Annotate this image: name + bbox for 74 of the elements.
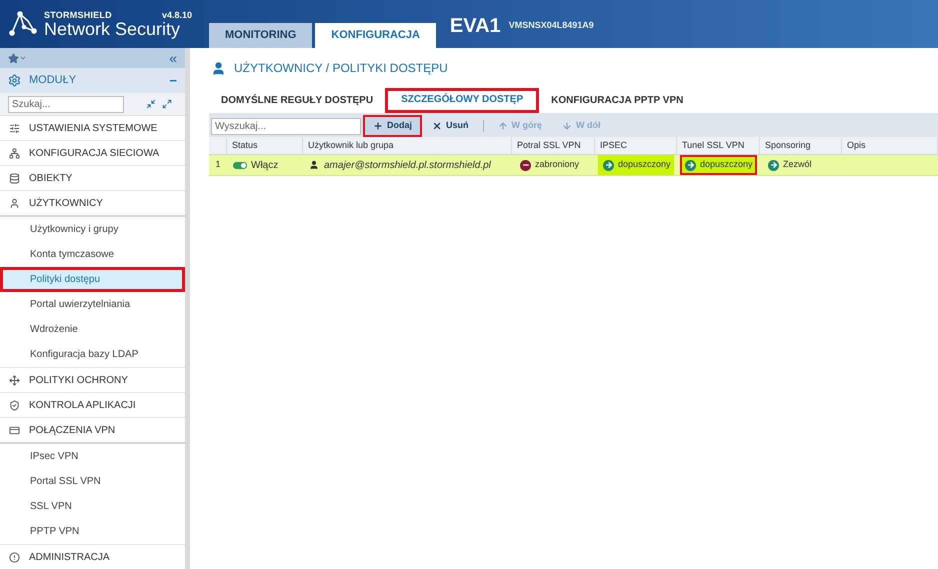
menu-item[interactable]: USTAWIENIA SYSTEMOWE (0, 115, 185, 140)
arrow-right-icon (768, 160, 779, 170)
device-name: EVA1 (450, 14, 501, 39)
submenu-item[interactable]: Portal SSL VPN (0, 469, 185, 494)
menu-item[interactable]: ADMINISTRACJA (0, 544, 185, 569)
product-name: Network Security (44, 20, 182, 38)
menu-item[interactable]: KONTROLA APLIKACJI (0, 392, 185, 417)
submenu-item[interactable]: SSL VPN (0, 494, 185, 519)
card-icon (9, 424, 20, 436)
menu-item[interactable]: POLITYKI OCHRONY (0, 367, 185, 392)
access-cell: zabroniony (515, 155, 592, 175)
collapse-all-icon (146, 99, 156, 109)
submenu-item[interactable]: Wdrożenie (0, 317, 185, 342)
column-header[interactable]: Sponsoring (760, 137, 842, 154)
column-header[interactable]: IPSEC (595, 137, 677, 154)
submenu-item[interactable]: IPsec VPN (0, 444, 185, 469)
menu-item[interactable]: OBIEKTY (0, 165, 185, 190)
menu-item[interactable]: UŻYTKOWNICY (0, 190, 185, 215)
page-tab[interactable]: SZCZEGÓŁOWY DOSTĘP (385, 88, 540, 113)
plus-icon (373, 121, 383, 131)
menu-item[interactable]: KONFIGURACJA SIECIOWA (0, 140, 185, 165)
minus-button[interactable]: − (169, 70, 177, 90)
user-icon (211, 60, 226, 76)
row-number: 1 (214, 158, 222, 172)
arrow-down-icon (562, 121, 572, 131)
brand-name: STORMSHIELD (44, 10, 112, 20)
column-header[interactable]: Opis (842, 137, 938, 154)
arrow-up-icon (498, 121, 508, 131)
arrow-right-icon (685, 160, 696, 170)
settings-icon (8, 74, 21, 87)
toolbar-button[interactable]: Usuń (424, 117, 477, 135)
column-header[interactable]: Status (227, 137, 303, 154)
table-row[interactable]: 1 Włącz amajer@stormshield.pl.stormshield.pl zabroniony dopuszczony dopuszczony Zezwól (209, 155, 938, 176)
submenu-item[interactable]: Konta tymczasowe (0, 242, 185, 267)
column-header[interactable]: Potral SSL VPN (512, 137, 595, 154)
sliders-icon (9, 122, 20, 134)
main-tab[interactable]: KONFIGURACJA (315, 23, 436, 48)
search-field[interactable]: Wyszukaj... (211, 118, 361, 134)
status-label: Włącz (251, 158, 278, 172)
user-cell-text: amajer@stormshield.pl.stormshield.pl (324, 158, 491, 172)
collapse-button[interactable]: « (169, 51, 177, 65)
database-icon (9, 172, 20, 184)
network-icon (9, 148, 20, 158)
page-tab[interactable]: DOMYŚLNE REGUŁY DOSTĘPU (209, 88, 386, 113)
submenu-item[interactable]: Konfiguracja bazy LDAP (0, 342, 185, 367)
shield-icon (9, 400, 20, 410)
submenu-item[interactable]: PPTP VPN (0, 519, 185, 544)
column-header[interactable]: Tunel SSL VPN (677, 137, 760, 154)
page-tab[interactable]: KONFIGURACJA PPTP VPN (539, 88, 696, 113)
arrow-right-icon (603, 160, 614, 170)
arrows-icon (9, 374, 20, 386)
main-tab[interactable]: MONITORING (209, 23, 312, 48)
access-cell: dopuszczony (680, 155, 757, 175)
access-cell: dopuszczony (598, 155, 674, 175)
submenu-item[interactable]: Użytkownicy i grupy (0, 217, 185, 242)
search-field[interactable]: Szukaj... (8, 96, 124, 112)
minus-icon (520, 160, 531, 170)
status-toggle[interactable] (233, 162, 247, 168)
close-icon (432, 121, 442, 131)
toolbar-button[interactable]: Dodaj (365, 117, 420, 135)
submenu-item[interactable]: Portal uwierzytelniania (0, 292, 185, 317)
modules-heading: MODUŁY (29, 73, 78, 88)
user-icon (309, 160, 319, 170)
serial-number: VMSNSX04L8491A9 (508, 19, 594, 32)
favorites-icon[interactable] (8, 52, 27, 64)
column-header[interactable]: Użytkownik lub grupa (303, 137, 512, 154)
submenu-item[interactable]: Polityki dostępu (0, 267, 185, 292)
menu-item[interactable]: POŁĄCZENIA VPN (0, 417, 185, 442)
expand-all-icon (162, 99, 172, 109)
page-title: UŻYTKOWNICY / POLITYKI DOSTĘPU (234, 60, 448, 77)
alert-icon (9, 552, 20, 562)
version-label: v4.8.10 (162, 10, 192, 20)
access-cell: Zezwól (763, 155, 839, 175)
user-icon (9, 198, 20, 208)
